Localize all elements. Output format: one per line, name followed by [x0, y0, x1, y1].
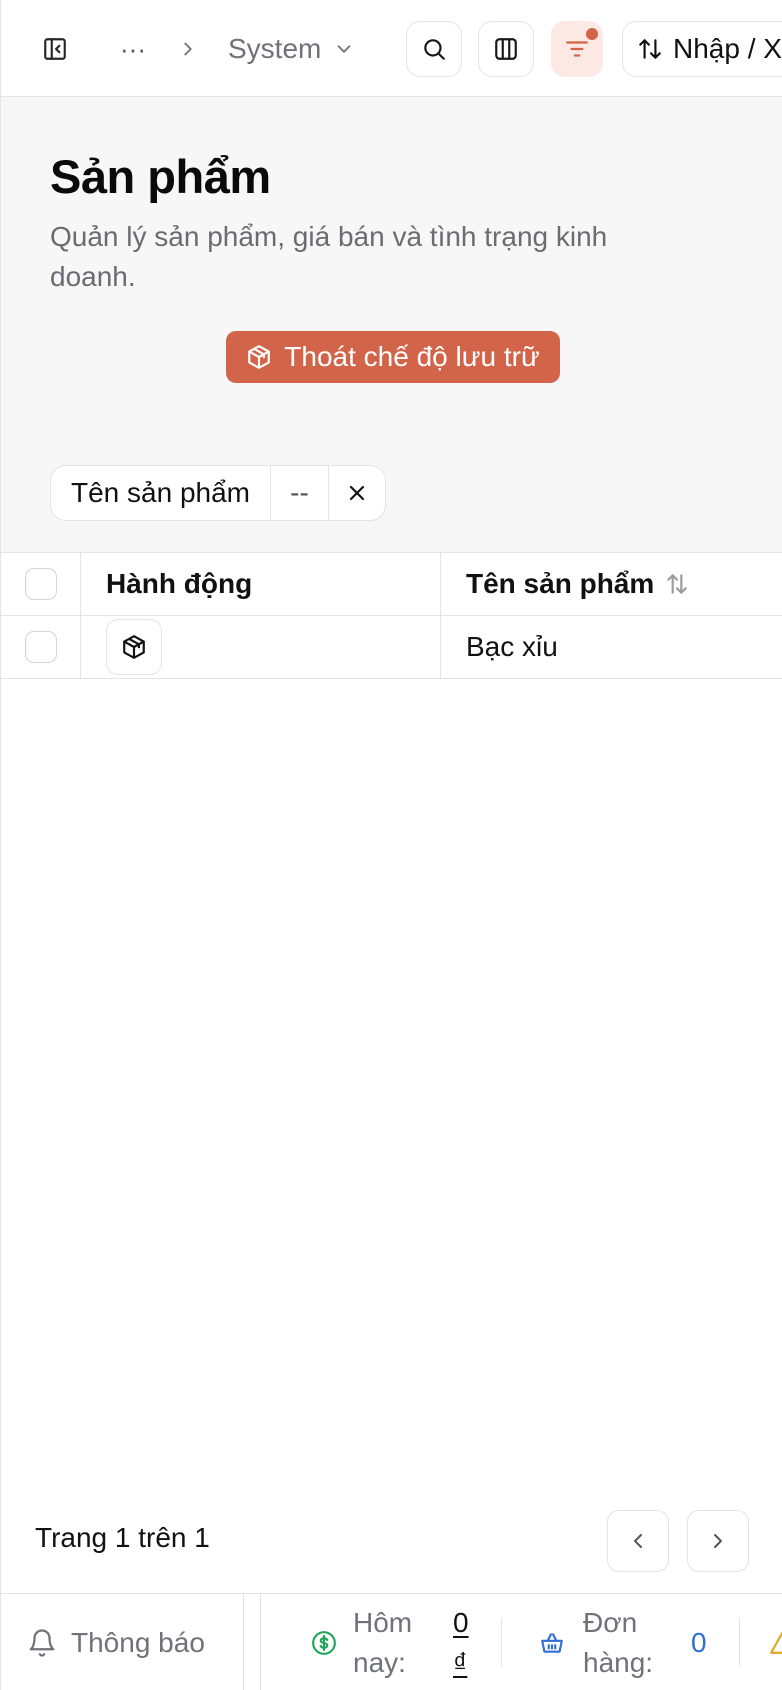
import-export-button[interactable]: Nhập / Xuất: [622, 21, 782, 77]
orders-value: 0: [691, 1626, 707, 1658]
warning-icon: [770, 1631, 782, 1654]
active-filter-chip: Tên sản phẩm --: [50, 465, 386, 521]
columns-button[interactable]: [478, 21, 534, 77]
exit-archive-button[interactable]: Thoát chế độ lưu trữ: [226, 331, 560, 383]
page-description: Quản lý sản phẩm, giá bán và tình trạng …: [50, 221, 608, 292]
header-checkbox-cell: [1, 553, 81, 615]
row-checkbox-cell: [1, 616, 81, 678]
table-header-row: Hành động Tên sản phẩm: [1, 553, 782, 616]
table-row[interactable]: Bạc xỉu: [1, 616, 782, 679]
sidebar-toggle-button[interactable]: [35, 29, 75, 69]
today-label: Hôm nay:: [353, 1606, 413, 1678]
clear-filter-button[interactable]: [329, 466, 385, 520]
filter-active-dot: [586, 28, 598, 40]
page-header: Sản phẩm Quản lý sản phẩm, giá bán và tì…: [1, 97, 782, 553]
filter-field[interactable]: Tên sản phẩm: [51, 466, 271, 520]
x-icon: [349, 485, 365, 501]
notifications-button[interactable]: Thông báo: [1, 1594, 244, 1690]
product-name: Bạc xỉu: [466, 631, 558, 662]
chevron-right-icon: [714, 1534, 722, 1548]
filter-value[interactable]: --: [271, 466, 329, 520]
unarchive-row-button[interactable]: [106, 619, 162, 675]
chevron-right-icon: [177, 36, 199, 67]
top-bar: ··· System Nhập / Xuất: [1, 0, 782, 97]
next-page-button[interactable]: [687, 1510, 749, 1572]
row-actions-cell: [81, 616, 441, 678]
notifications-label: Thông báo: [71, 1626, 205, 1658]
row-checkbox[interactable]: [24, 631, 57, 663]
row-name-cell: Bạc xỉu: [441, 616, 782, 678]
orders-label: Đơn hàng:: [583, 1606, 654, 1678]
filter-button[interactable]: [551, 21, 603, 77]
column-header-actions: Hành động: [106, 568, 253, 599]
page-title: Sản phẩm: [50, 150, 271, 203]
basket-icon: [541, 1632, 563, 1653]
bell-icon: [29, 1628, 55, 1657]
sidebar-toggle-icon: [44, 38, 66, 60]
chevron-down-icon: [337, 45, 351, 53]
status-bar: Thông báo Hôm nay: 0 ₫ Đơn hàng: 0: [1, 1593, 782, 1690]
products-table: Hành động Tên sản phẩm Bạc xỉu: [1, 553, 782, 679]
import-export-label: Nhập / Xuất: [673, 33, 782, 64]
today-revenue-stat: Hôm nay: 0 ₫: [311, 1594, 477, 1690]
search-icon: [424, 39, 445, 60]
stat-divider: [501, 1618, 502, 1666]
sort-icon: [639, 39, 661, 59]
status-divider: [260, 1594, 261, 1690]
app-frame: ··· System Nhập / Xuất Sản phẩm Quản lý …: [0, 0, 782, 1690]
header-cell-actions: Hành động: [81, 553, 441, 615]
warning-stat: [769, 1594, 782, 1690]
archive-box-icon: [248, 345, 271, 369]
chevron-left-icon: [634, 1534, 642, 1548]
dollar-circle-icon: [312, 1630, 336, 1655]
previous-page-button[interactable]: [607, 1510, 669, 1572]
select-all-checkbox[interactable]: [24, 568, 57, 600]
exit-archive-label: Thoát chế độ lưu trữ: [284, 341, 540, 372]
search-button[interactable]: [406, 21, 462, 77]
today-value: 0 ₫: [453, 1606, 469, 1678]
breadcrumb-current[interactable]: System: [228, 30, 355, 68]
orders-stat: Đơn hàng: 0: [539, 1594, 707, 1690]
header-cell-name[interactable]: Tên sản phẩm: [441, 553, 782, 615]
column-header-name: Tên sản phẩm: [466, 568, 655, 599]
filter-icon: [566, 41, 588, 57]
breadcrumb-ellipsis[interactable]: ···: [113, 30, 153, 68]
pagination-text: Trang 1 trên 1: [35, 1522, 210, 1553]
sort-icon[interactable]: [664, 571, 690, 597]
stat-divider: [739, 1618, 740, 1666]
archive-box-icon: [123, 635, 145, 659]
breadcrumb-current-label: System: [228, 33, 322, 64]
columns-icon: [495, 38, 517, 60]
